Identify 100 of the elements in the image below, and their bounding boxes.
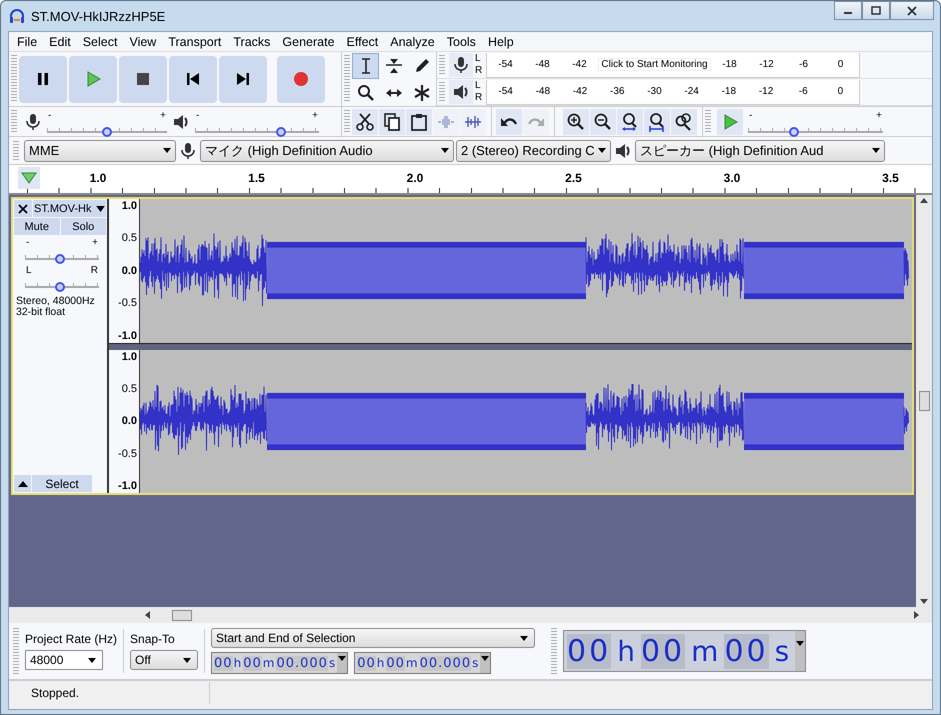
scroll-right-icon[interactable] xyxy=(912,611,920,619)
snap-to-dropdown[interactable]: Off xyxy=(130,650,198,670)
zoom-out-button[interactable] xyxy=(590,108,616,134)
scroll-down-icon[interactable] xyxy=(920,597,928,605)
slider-min-label: - xyxy=(749,110,752,120)
caret-icon xyxy=(481,656,490,661)
scrollbar-thumb[interactable] xyxy=(918,391,930,411)
record-button[interactable] xyxy=(277,56,325,102)
zoom-toggle-button[interactable] xyxy=(671,108,697,134)
meter-tick-label: -12 xyxy=(758,86,774,97)
app-logo-icon xyxy=(9,8,25,24)
menu-item[interactable]: Help xyxy=(482,34,520,48)
slider-max-label: + xyxy=(876,110,882,120)
channel-label: L xyxy=(475,80,482,92)
meter-tick-label: 0 xyxy=(836,86,844,97)
paste-button[interactable] xyxy=(406,108,432,134)
meter-tick-label: 0 xyxy=(836,59,844,70)
selection-mode-dropdown[interactable]: Start and End of Selection xyxy=(211,628,536,648)
select-track-button[interactable]: Select xyxy=(32,475,92,492)
slider-thumb[interactable] xyxy=(54,282,65,292)
menu-item[interactable]: File xyxy=(11,34,44,48)
asterisk-icon xyxy=(412,82,432,102)
slider-max-label: + xyxy=(160,110,166,120)
play-at-speed-button[interactable] xyxy=(717,108,743,134)
vertical-scrollbar[interactable] xyxy=(916,195,932,607)
track-name-menu[interactable]: ST.MOV-Hk xyxy=(33,200,106,217)
mute-button[interactable]: Mute xyxy=(14,218,60,235)
menu-item[interactable]: Transport xyxy=(162,34,228,48)
ruler-label: 3.0 xyxy=(722,171,742,185)
meter-tick-label: -18 xyxy=(721,59,738,70)
slider-thumb[interactable] xyxy=(788,126,799,136)
level-meter[interactable]: -54 -48 -42 Click to Start Monitoring -18 -12 -6 0 xyxy=(486,52,860,78)
caret-icon xyxy=(96,206,105,212)
stop-button[interactable] xyxy=(119,56,167,102)
close-button[interactable] xyxy=(890,1,934,20)
close-icon xyxy=(907,6,917,16)
undo-button[interactable] xyxy=(496,108,522,134)
fit-selection-button[interactable] xyxy=(617,108,643,134)
scrollbar-thumb[interactable] xyxy=(172,610,192,620)
record-icon xyxy=(291,69,311,89)
audio-host-dropdown[interactable]: MME xyxy=(24,140,176,162)
skip-to-end-button[interactable] xyxy=(219,56,267,102)
amplitude-scale-label: -0.5 xyxy=(118,448,137,460)
fit-project-button[interactable] xyxy=(644,108,670,134)
channel-label: R xyxy=(475,92,484,104)
pause-button[interactable] xyxy=(19,56,67,102)
solo-button[interactable]: Solo xyxy=(60,218,106,235)
scroll-left-icon[interactable] xyxy=(144,611,152,619)
meter-tick-label: -6 xyxy=(798,59,809,70)
zoom-in-button[interactable] xyxy=(563,108,589,134)
skip-to-start-button[interactable] xyxy=(169,56,217,102)
slider-thumb[interactable] xyxy=(276,126,286,136)
select-tool-button[interactable] xyxy=(352,52,379,78)
slider-thumb[interactable] xyxy=(102,126,112,136)
meter-tick-label: -42 xyxy=(572,86,588,97)
meter-tick-label: -54 xyxy=(497,59,514,70)
monitoring-prompt[interactable]: Click to Start Monitoring xyxy=(598,58,711,71)
fit-project-icon xyxy=(647,112,667,132)
slider-thumb[interactable] xyxy=(54,254,65,264)
menu-item[interactable]: Generate xyxy=(276,34,341,48)
menu-item[interactable]: Effect xyxy=(340,34,384,48)
scroll-up-icon[interactable] xyxy=(920,197,928,205)
silence-audio-button[interactable] xyxy=(460,108,486,134)
ruler-label: 1.0 xyxy=(88,171,108,185)
minimize-button[interactable] xyxy=(834,1,862,20)
microphone-icon xyxy=(451,55,471,75)
meter-tick-label: -42 xyxy=(571,59,588,70)
amplitude-scale-label: 1.0 xyxy=(122,200,137,212)
channel-label: R xyxy=(475,65,484,77)
recording-device-dropdown[interactable]: マイク (High Definition Audio xyxy=(200,140,454,162)
amplitude-scale-label: -1.0 xyxy=(118,480,137,492)
selection-end-time-field[interactable]: 00 h 00 m 00.000 s xyxy=(354,652,492,674)
horizontal-scrollbar[interactable] xyxy=(9,607,932,623)
amplitude-scale-label: -0.5 xyxy=(118,297,137,310)
menu-item[interactable]: Select xyxy=(76,34,124,48)
menu-item[interactable]: Tools xyxy=(440,34,482,48)
selection-start-time-field[interactable]: 00 h 00 m 00.000 s xyxy=(211,652,348,674)
timeline-play-button[interactable] xyxy=(18,167,40,189)
menu-item[interactable]: Edit xyxy=(43,34,77,48)
playback-meter-button[interactable] xyxy=(449,80,473,104)
menu-item[interactable]: Analyze xyxy=(384,34,441,48)
project-rate-dropdown[interactable]: 48000 xyxy=(25,650,103,670)
level-meter[interactable]: -54 -48 -42 -36 -30 -24 -18 -12 -6 0 xyxy=(486,80,860,104)
playback-device-dropdown[interactable]: スピーカー (High Definition Aud xyxy=(635,140,885,162)
audio-position-clock[interactable]: 00 h 00 m 00 s xyxy=(563,630,806,672)
maximize-button[interactable] xyxy=(862,1,890,20)
close-icon xyxy=(18,204,28,214)
meter-tick-label: -18 xyxy=(720,86,738,97)
copy-button[interactable] xyxy=(379,108,405,134)
meter-tick-label: -6 xyxy=(798,86,809,97)
cut-button[interactable] xyxy=(352,108,378,134)
recording-channels-dropdown[interactable]: 2 (Stereo) Recording C xyxy=(456,140,611,162)
caret-icon xyxy=(338,656,346,661)
record-meter-button[interactable] xyxy=(449,53,473,77)
menu-item[interactable]: View xyxy=(123,34,162,48)
channel-label: L xyxy=(475,53,482,65)
ruler-label: 2.0 xyxy=(406,171,424,185)
caret-icon xyxy=(441,148,449,153)
snap-to-label: Snap-To xyxy=(130,632,176,646)
menu-item[interactable]: Tracks xyxy=(227,34,276,48)
